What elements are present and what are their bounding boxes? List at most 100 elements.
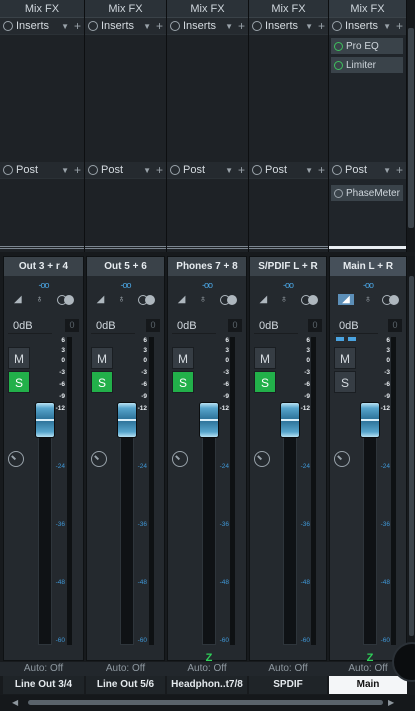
mute-button[interactable]: M — [8, 347, 30, 369]
microphone-icon[interactable]: ♁ — [118, 294, 126, 305]
knob-icon[interactable] — [254, 451, 270, 467]
insert-plugin-limiter[interactable]: Limiter — [331, 57, 403, 73]
post-header[interactable]: Post ▼ + — [0, 162, 84, 179]
mix-fx-button[interactable]: Mix FX — [167, 0, 248, 18]
chevron-down-icon[interactable]: ▼ — [143, 166, 151, 175]
plus-icon[interactable]: + — [74, 19, 81, 33]
volume-readout[interactable]: 0dB — [172, 319, 216, 334]
channel-name[interactable]: Phones 7 + 8 — [168, 257, 246, 276]
power-icon[interactable] — [170, 21, 180, 31]
plus-icon[interactable]: + — [396, 19, 403, 33]
solo-button[interactable]: S — [8, 371, 30, 393]
plus-icon[interactable]: + — [396, 163, 403, 177]
power-icon[interactable] — [252, 21, 262, 31]
automation-mode[interactable]: Auto: Off — [86, 662, 165, 676]
output-selector[interactable]: Line Out 3/4 — [3, 676, 84, 694]
peak-readout[interactable]: 0 — [146, 319, 160, 332]
mute-button[interactable]: M — [91, 347, 113, 369]
microphone-icon[interactable]: ♁ — [364, 294, 372, 305]
peak-readout[interactable]: 0 — [228, 319, 242, 332]
peak-readout[interactable]: 0 — [65, 319, 79, 332]
knob-icon[interactable] — [8, 451, 24, 467]
plus-icon[interactable]: + — [74, 163, 81, 177]
mixer-vertical-scrollbar[interactable] — [408, 256, 415, 661]
scrollbar-thumb[interactable] — [409, 276, 414, 636]
chevron-down-icon[interactable]: ▼ — [305, 22, 313, 31]
inserts-header[interactable]: Inserts ▼ + — [329, 18, 406, 35]
post-header[interactable]: Post ▼ + — [249, 162, 328, 179]
mix-fx-button[interactable]: Mix FX — [329, 0, 406, 18]
volume-readout[interactable]: 0dB — [334, 319, 378, 334]
link-icon[interactable] — [381, 295, 399, 305]
speaker-icon[interactable]: ◢ — [178, 294, 186, 305]
power-icon[interactable] — [252, 165, 262, 175]
post-header[interactable]: Post ▼ + — [167, 162, 248, 179]
plus-icon[interactable]: + — [238, 19, 245, 33]
pan-control[interactable]: -oo — [250, 280, 326, 290]
output-selector[interactable]: Headphon..t7/8 — [167, 676, 247, 694]
pan-control[interactable]: -oo — [330, 280, 406, 290]
solo-button[interactable]: S — [254, 371, 276, 393]
power-icon[interactable] — [88, 165, 98, 175]
volume-readout[interactable]: 0dB — [254, 319, 298, 334]
link-icon[interactable] — [57, 295, 74, 305]
plus-icon[interactable]: + — [156, 19, 163, 33]
post-plugin-phasemeter[interactable]: PhaseMeter — [331, 185, 403, 201]
post-header[interactable]: Post ▼ + — [329, 162, 406, 179]
speaker-icon[interactable]: ◢ — [259, 294, 267, 305]
output-selector[interactable]: Line Out 5/6 — [86, 676, 165, 694]
knob-icon[interactable] — [91, 451, 107, 467]
mix-fx-button[interactable]: Mix FX — [85, 0, 166, 18]
speaker-icon[interactable]: ◢ — [97, 294, 105, 305]
mute-button[interactable]: M — [172, 347, 194, 369]
inserts-header[interactable]: Inserts ▼ + — [249, 18, 328, 35]
power-icon[interactable] — [332, 21, 342, 31]
link-icon[interactable] — [138, 295, 156, 305]
post-header[interactable]: Post ▼ + — [85, 162, 166, 179]
microphone-icon[interactable]: ♁ — [199, 294, 207, 305]
pan-control[interactable]: -oo — [168, 280, 246, 290]
channel-name[interactable]: Out 5 + 6 — [87, 257, 164, 276]
chevron-down-icon[interactable]: ▼ — [61, 22, 69, 31]
chevron-down-icon[interactable]: ▼ — [225, 166, 233, 175]
power-icon[interactable] — [334, 188, 343, 198]
power-icon[interactable] — [332, 165, 342, 175]
knob-icon[interactable] — [334, 451, 350, 467]
chevron-down-icon[interactable]: ▼ — [225, 22, 233, 31]
scroll-right-icon[interactable]: ▶ — [388, 698, 394, 707]
knob-icon[interactable] — [172, 451, 188, 467]
scrollbar-thumb[interactable] — [408, 28, 414, 228]
scroll-left-icon[interactable]: ◀ — [12, 698, 18, 707]
chevron-down-icon[interactable]: ▼ — [383, 166, 391, 175]
microphone-icon[interactable]: ♁ — [36, 294, 44, 305]
plus-icon[interactable]: + — [318, 163, 325, 177]
plus-icon[interactable]: + — [318, 19, 325, 33]
plus-icon[interactable]: + — [156, 163, 163, 177]
pan-control[interactable]: -oo — [4, 280, 83, 290]
power-icon[interactable] — [334, 41, 343, 51]
horizontal-scrollbar[interactable]: ◀ ▶ — [0, 695, 415, 711]
volume-readout[interactable]: 0dB — [91, 319, 135, 334]
peak-readout[interactable]: 0 — [388, 319, 402, 332]
solo-button[interactable]: S — [334, 371, 356, 393]
channel-name[interactable]: Main L + R — [330, 257, 406, 276]
automation-mode[interactable]: Auto: Off — [167, 662, 247, 676]
channel-name[interactable]: S/PDIF L + R — [250, 257, 326, 276]
mute-button[interactable]: M — [254, 347, 276, 369]
power-icon[interactable] — [3, 165, 13, 175]
scrollbar-thumb[interactable] — [28, 700, 383, 705]
output-selector[interactable]: SPDIF — [249, 676, 327, 694]
power-icon[interactable] — [334, 60, 343, 70]
plus-icon[interactable]: + — [238, 163, 245, 177]
automation-mode[interactable]: Auto: Off — [249, 662, 327, 676]
mix-fx-button[interactable]: Mix FX — [0, 0, 84, 18]
solo-button[interactable]: S — [91, 371, 113, 393]
mute-button[interactable]: M — [334, 347, 356, 369]
mix-fx-button[interactable]: Mix FX — [249, 0, 328, 18]
insert-plugin-pro-eq[interactable]: Pro EQ — [331, 38, 403, 54]
chevron-down-icon[interactable]: ▼ — [61, 166, 69, 175]
inserts-header[interactable]: Inserts ▼ + — [0, 18, 84, 35]
speaker-icon[interactable]: ◢ — [14, 294, 22, 305]
automation-mode[interactable]: Auto: Off — [3, 662, 84, 676]
channel-name[interactable]: Out 3 + r 4 — [4, 257, 83, 276]
